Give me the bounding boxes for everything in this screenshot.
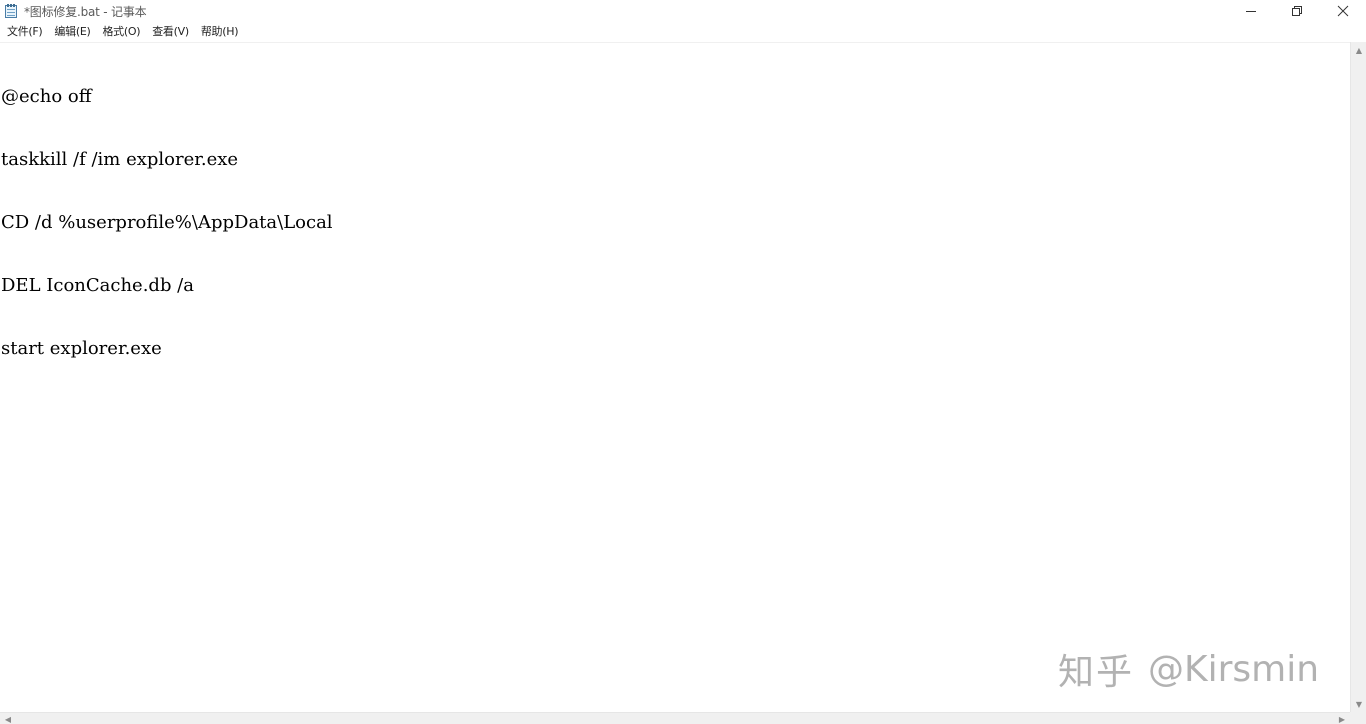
window-controls [1228,0,1366,22]
editor-line: CD /d %userprofile%\AppData\Local [1,212,333,233]
title-bar[interactable]: *图标修复.bat - 记事本 [0,0,1366,22]
scroll-left-icon[interactable]: ◀ [2,713,14,724]
menu-view[interactable]: 查看(V) [146,22,195,42]
editor-content[interactable]: @echo off taskkill /f /im explorer.exe C… [1,44,333,401]
editor-line: @echo off [1,86,92,107]
editor-line: DEL IconCache.db /a [1,275,194,296]
window-title: *图标修复.bat - 记事本 [24,4,147,19]
menu-bar: 文件(F) 编辑(E) 格式(O) 查看(V) 帮助(H) [0,22,1366,42]
menu-edit[interactable]: 编辑(E) [48,22,96,42]
editor-line: taskkill /f /im explorer.exe [1,149,239,170]
scroll-up-icon[interactable]: ▲ [1351,42,1366,58]
vertical-scrollbar[interactable]: ▲ ▼ [1350,42,1366,712]
watermark-handle: @Kirsmin [1148,648,1320,690]
minimize-button[interactable] [1228,0,1274,22]
editor-line: start explorer.exe [1,338,162,359]
scroll-right-icon[interactable]: ▶ [1336,713,1348,724]
menu-format[interactable]: 格式(O) [96,22,146,42]
horizontal-scrollbar[interactable]: ◀ ▶ [0,712,1350,724]
scrollbar-corner [1350,712,1366,724]
restore-button[interactable] [1274,0,1320,22]
menu-help[interactable]: 帮助(H) [195,22,244,42]
watermark-brand: 知乎 [1058,652,1135,693]
close-icon [1337,5,1349,17]
menu-file[interactable]: 文件(F) [1,22,48,42]
close-button[interactable] [1320,0,1366,22]
restore-icon [1292,6,1302,16]
text-editor[interactable]: @echo off taskkill /f /im explorer.exe C… [0,42,1350,712]
minimize-icon [1246,10,1256,12]
scroll-down-icon[interactable]: ▼ [1351,696,1366,712]
watermark: 知乎 @Kirsmin [1058,648,1320,694]
notepad-icon[interactable] [4,3,18,19]
